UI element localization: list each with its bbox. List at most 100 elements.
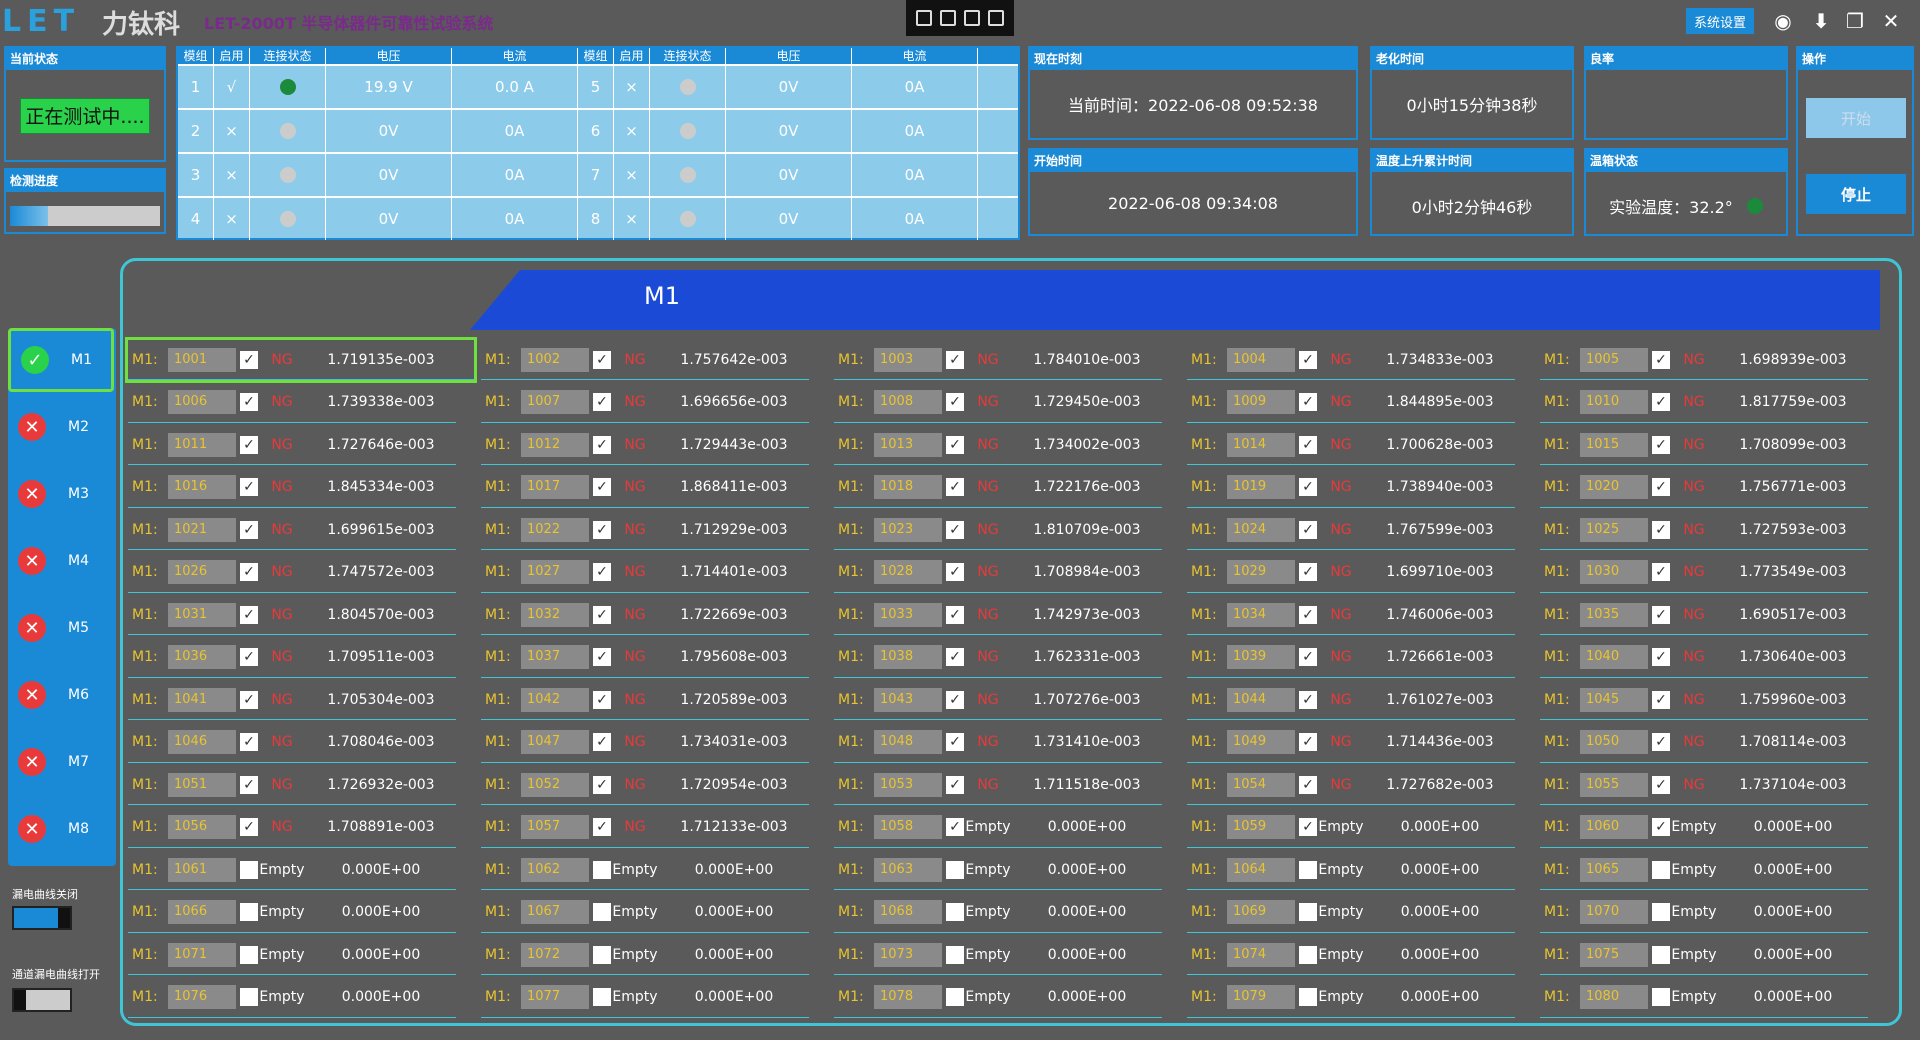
module-button-m4[interactable]: ✕ M4 [8,529,114,593]
channel-enable-checkbox[interactable]: ✓ [1652,393,1670,411]
channel-enable-checkbox[interactable]: ✓ [240,435,258,454]
channel-enable-checkbox[interactable] [593,860,611,879]
channel-enable-checkbox[interactable]: ✓ [1299,350,1317,369]
channel-enable-checkbox[interactable]: ✓ [1299,435,1317,454]
channel-enable-checkbox[interactable]: ✓ [240,478,258,496]
channel-enable-checkbox[interactable]: ✓ [1652,478,1670,496]
channel-enable-checkbox[interactable] [946,860,964,879]
pointer-capture-icon[interactable] [940,10,956,26]
channel-enable-checkbox[interactable] [1299,988,1317,1006]
channel-enable-checkbox[interactable]: ✓ [1299,393,1317,411]
channel-enable-checkbox[interactable]: ✓ [1299,520,1317,539]
channel-enable-checkbox[interactable]: ✓ [1652,818,1670,836]
leak-curve-toggle[interactable] [12,906,72,930]
channel-enable-checkbox[interactable]: ✓ [1652,733,1670,751]
channel-enable-checkbox[interactable]: ✓ [240,648,258,666]
channel-enable-checkbox[interactable]: ✓ [593,350,611,369]
channel-enable-checkbox[interactable] [1652,903,1670,921]
module-button-m6[interactable]: ✕ M6 [8,663,114,727]
channel-enable-checkbox[interactable]: ✓ [240,520,258,539]
channel-enable-checkbox[interactable]: ✓ [946,775,964,794]
channel-enable-checkbox[interactable] [1652,988,1670,1006]
channel-enable-checkbox[interactable]: ✓ [1299,648,1317,666]
channel-enable-checkbox[interactable]: ✓ [1652,690,1670,709]
channel-enable-checkbox[interactable]: ✓ [1652,605,1670,624]
window-capture-icon[interactable] [916,10,932,26]
channel-leak-toggle[interactable] [12,988,72,1012]
channel-enable-checkbox[interactable]: ✓ [946,520,964,539]
channel-enable-checkbox[interactable] [946,903,964,921]
channel-enable-checkbox[interactable]: ✓ [1652,520,1670,539]
channel-enable-checkbox[interactable]: ✓ [593,733,611,751]
module-button-m3[interactable]: ✕ M3 [8,462,114,526]
channel-enable-checkbox[interactable]: ✓ [240,605,258,624]
channel-enable-checkbox[interactable]: ✓ [593,690,611,709]
channel-enable-checkbox[interactable]: ✓ [1299,818,1317,836]
channel-enable-checkbox[interactable]: ✓ [946,733,964,751]
eye-icon[interactable]: ◉ [1770,8,1796,34]
channel-enable-checkbox[interactable] [240,988,258,1006]
channel-enable-checkbox[interactable] [946,945,964,964]
channel-enable-checkbox[interactable]: ✓ [240,690,258,709]
channel-enable-checkbox[interactable]: ✓ [1652,563,1670,581]
region-capture-icon[interactable] [964,10,980,26]
channel-enable-checkbox[interactable]: ✓ [593,478,611,496]
channel-enable-checkbox[interactable] [1652,945,1670,964]
module-button-m5[interactable]: ✕ M5 [8,596,114,660]
channel-enable-checkbox[interactable] [1299,903,1317,921]
fullscreen-capture-icon[interactable] [988,10,1004,26]
channel-enable-checkbox[interactable]: ✓ [240,733,258,751]
channel-enable-checkbox[interactable]: ✓ [593,818,611,836]
channel-enable-checkbox[interactable] [240,903,258,921]
channel-enable-checkbox[interactable]: ✓ [1299,605,1317,624]
channel-enable-checkbox[interactable]: ✓ [593,435,611,454]
channel-enable-checkbox[interactable]: ✓ [1652,435,1670,454]
channel-enable-checkbox[interactable]: ✓ [240,393,258,411]
channel-enable-checkbox[interactable]: ✓ [946,563,964,581]
channel-enable-checkbox[interactable]: ✓ [946,393,964,411]
channel-enable-checkbox[interactable] [1299,945,1317,964]
channel-enable-checkbox[interactable]: ✓ [593,648,611,666]
system-settings-button[interactable]: 系统设置 [1686,8,1754,34]
channel-enable-checkbox[interactable] [1299,860,1317,879]
download-icon[interactable]: ⬇ [1808,8,1834,34]
channel-enable-checkbox[interactable]: ✓ [1652,648,1670,666]
channel-enable-checkbox[interactable]: ✓ [1299,690,1317,709]
module-button-m8[interactable]: ✕ M8 [8,797,114,861]
module-button-m7[interactable]: ✕ M7 [8,730,114,794]
channel-enable-checkbox[interactable] [240,860,258,879]
channel-enable-checkbox[interactable]: ✓ [1299,775,1317,794]
channel-enable-checkbox[interactable]: ✓ [240,563,258,581]
channel-enable-checkbox[interactable]: ✓ [946,648,964,666]
channel-enable-checkbox[interactable]: ✓ [593,520,611,539]
channel-enable-checkbox[interactable]: ✓ [1299,478,1317,496]
channel-enable-checkbox[interactable]: ✓ [593,563,611,581]
stop-button[interactable]: 停止 [1806,174,1906,214]
channel-enable-checkbox[interactable]: ✓ [1299,733,1317,751]
restore-icon[interactable]: ❐ [1842,8,1868,34]
channel-enable-checkbox[interactable]: ✓ [946,478,964,496]
channel-enable-checkbox[interactable]: ✓ [1299,563,1317,581]
module-button-m2[interactable]: ✕ M2 [8,395,114,459]
channel-enable-checkbox[interactable] [1652,860,1670,879]
channel-enable-checkbox[interactable]: ✓ [946,690,964,709]
channel-enable-checkbox[interactable]: ✓ [593,775,611,794]
channel-enable-checkbox[interactable]: ✓ [946,605,964,624]
channel-enable-checkbox[interactable]: ✓ [946,350,964,369]
channel-enable-checkbox[interactable] [240,945,258,964]
channel-enable-checkbox[interactable]: ✓ [240,775,258,794]
channel-enable-checkbox[interactable]: ✓ [1652,775,1670,794]
start-button[interactable]: 开始 [1806,98,1906,138]
channel-enable-checkbox[interactable]: ✓ [946,435,964,454]
channel-enable-checkbox[interactable]: ✓ [946,818,964,836]
channel-enable-checkbox[interactable] [946,988,964,1006]
channel-enable-checkbox[interactable] [593,988,611,1006]
channel-enable-checkbox[interactable] [593,903,611,921]
channel-enable-checkbox[interactable]: ✓ [240,350,258,369]
channel-enable-checkbox[interactable]: ✓ [593,605,611,624]
channel-enable-checkbox[interactable]: ✓ [240,818,258,836]
channel-enable-checkbox[interactable]: ✓ [1652,350,1670,369]
channel-enable-checkbox[interactable] [593,945,611,964]
close-icon[interactable]: ✕ [1878,8,1904,34]
channel-enable-checkbox[interactable]: ✓ [593,393,611,411]
